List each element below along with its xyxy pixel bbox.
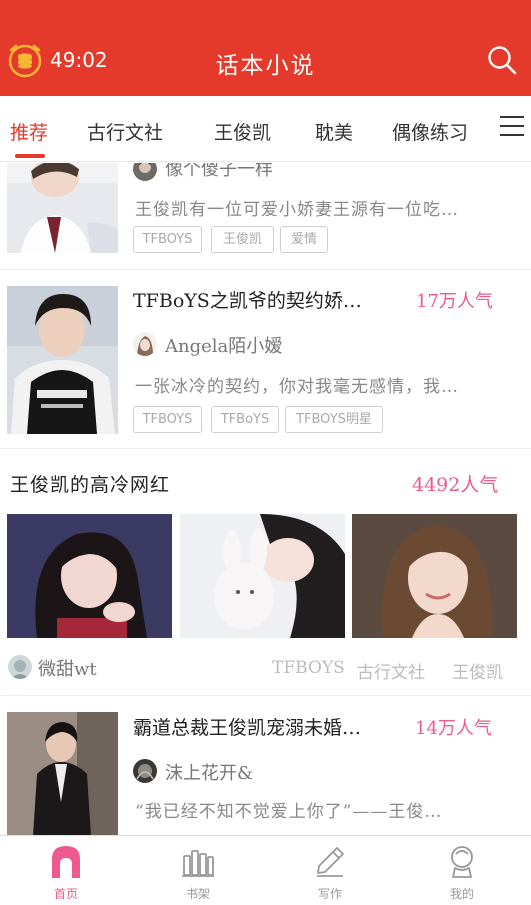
collection-tag[interactable]: TFBOYS bbox=[272, 658, 345, 678]
collection-photo[interactable] bbox=[7, 514, 172, 638]
app-title: 话本小说 bbox=[215, 53, 316, 79]
book-cover[interactable] bbox=[7, 163, 118, 253]
collection-photo[interactable] bbox=[352, 514, 517, 638]
search-icon[interactable] bbox=[486, 44, 518, 76]
author-avatar bbox=[133, 332, 157, 356]
author-avatar bbox=[133, 759, 157, 783]
author-name: Angela陌小嫒 bbox=[165, 336, 283, 357]
curator-avatar bbox=[8, 655, 32, 679]
home-icon bbox=[52, 846, 80, 878]
book-summary: “我已经不知不觉爱上你了”——王俊… bbox=[135, 802, 443, 822]
nav-home[interactable]: 首页 bbox=[0, 836, 132, 905]
book-card[interactable]: 霸道总裁王俊凯宠溺未婚… 14万人气 沫上花开& “我已经不知不觉爱上你了”——… bbox=[0, 696, 531, 835]
collection-popularity: 4492人气 bbox=[412, 474, 499, 496]
nav-bookshelf-label: 书架 bbox=[185, 887, 210, 901]
tab-guxing-wenshe[interactable]: 古行文社 bbox=[87, 118, 163, 145]
author-avatar bbox=[133, 163, 157, 181]
book-card[interactable]: 像个傻子一样 王俊凯有一位可爱小娇妻王源有一位吃… TFBOYS 王俊凯 爱情 bbox=[0, 163, 531, 269]
collection-tag[interactable]: 王俊凯 bbox=[452, 658, 503, 683]
book-summary: 王俊凯有一位可爱小娇妻王源有一位吃… bbox=[135, 200, 459, 220]
tag[interactable]: TFBOYS bbox=[133, 406, 202, 433]
tag[interactable]: 爱情 bbox=[280, 226, 328, 253]
curator-name: 微甜wt bbox=[38, 659, 97, 680]
feed[interactable]: 像个傻子一样 王俊凯有一位可爱小娇妻王源有一位吃… TFBOYS 王俊凯 爱情 … bbox=[0, 163, 531, 835]
tab-wang-junkai[interactable]: 王俊凯 bbox=[214, 118, 271, 145]
collection-photo[interactable] bbox=[180, 514, 345, 638]
nav-write-label: 写作 bbox=[317, 887, 342, 901]
book-cover[interactable] bbox=[7, 712, 118, 835]
active-tab-indicator bbox=[15, 154, 45, 158]
tab-danmei[interactable]: 耽美 bbox=[315, 118, 353, 145]
category-menu-icon[interactable] bbox=[500, 116, 524, 138]
tab-recommended[interactable]: 推荐 bbox=[10, 118, 48, 145]
book-card[interactable]: TFBoYS之凯爷的契约娇… 17万人气 Angela陌小嫒 一张冰冷的契约，你… bbox=[0, 270, 531, 450]
profile-icon bbox=[451, 846, 473, 878]
book-summary: 一张冰冷的契约，你对我毫无感情，我… bbox=[135, 377, 459, 397]
author-name: 沫上花开& bbox=[165, 763, 254, 784]
divider bbox=[0, 448, 531, 449]
bottom-nav: 首页 书架 写作 我的 bbox=[0, 835, 531, 905]
collection-tag[interactable]: 古行文社 bbox=[357, 658, 425, 683]
bookshelf-icon bbox=[182, 850, 214, 877]
nav-profile[interactable]: 我的 bbox=[396, 836, 528, 905]
author-name: 像个傻子一样 bbox=[165, 163, 273, 180]
book-popularity: 17万人气 bbox=[416, 291, 493, 312]
tag[interactable]: TFBOYS bbox=[133, 226, 202, 253]
nav-bookshelf[interactable]: 书架 bbox=[132, 836, 264, 905]
collection-title[interactable]: 王俊凯的高冷网红 bbox=[10, 470, 170, 497]
nav-home-label: 首页 bbox=[53, 887, 78, 901]
pen-icon bbox=[317, 847, 344, 877]
book-title[interactable]: TFBoYS之凯爷的契约娇… bbox=[133, 286, 398, 313]
nav-profile-label: 我的 bbox=[449, 887, 474, 901]
book-title[interactable]: 霸道总裁王俊凯宠溺未婚… bbox=[133, 713, 405, 740]
tag[interactable]: 王俊凯 bbox=[211, 226, 274, 253]
book-popularity: 14万人气 bbox=[415, 718, 492, 739]
app-header: 49:02 话本小说 bbox=[0, 0, 531, 96]
tag[interactable]: TFBOYS明星 bbox=[285, 406, 383, 433]
tab-idol-trainee[interactable]: 偶像练习 bbox=[392, 118, 468, 145]
book-cover[interactable] bbox=[7, 286, 118, 434]
category-tabs: 推荐 古行文社 王俊凯 耽美 偶像练习 bbox=[0, 96, 531, 162]
nav-write[interactable]: 写作 bbox=[264, 836, 396, 905]
tag[interactable]: TFBoYS bbox=[211, 406, 279, 433]
